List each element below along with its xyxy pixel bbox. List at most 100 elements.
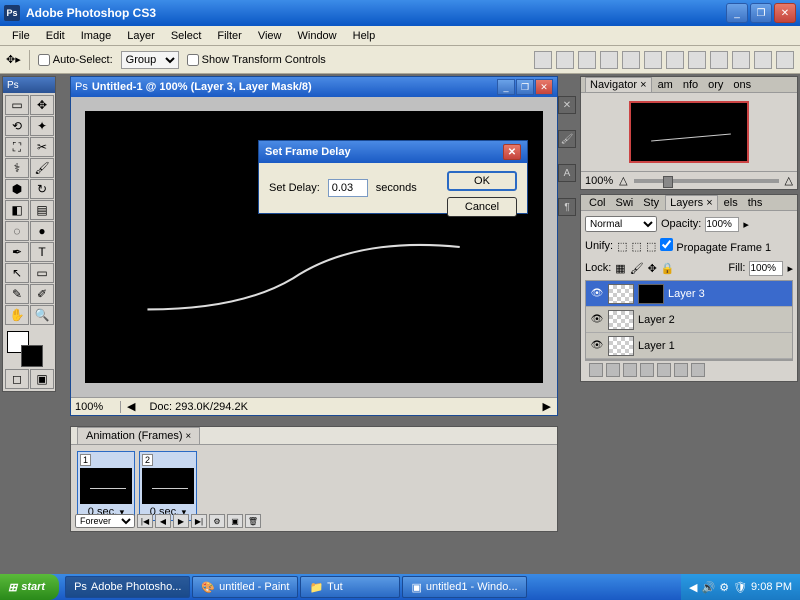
group-icon[interactable] xyxy=(657,363,671,377)
tool-preset-icon[interactable]: ✕ xyxy=(558,96,576,114)
menu-select[interactable]: Select xyxy=(163,28,210,44)
tab-styles[interactable]: Sty xyxy=(639,196,663,210)
tween-button[interactable]: ⚙ xyxy=(209,514,225,528)
eraser-tool[interactable]: ◧ xyxy=(5,200,29,220)
propagate-checkbox[interactable]: Propagate Frame 1 xyxy=(660,238,771,254)
loop-dropdown[interactable]: Forever xyxy=(75,514,135,528)
zoom-slider[interactable] xyxy=(634,179,779,183)
menu-view[interactable]: View xyxy=(250,28,290,44)
notes-tool[interactable]: ✎ xyxy=(5,284,29,304)
fill-input[interactable] xyxy=(749,261,783,276)
path-tool[interactable]: ↖ xyxy=(5,263,29,283)
stamp-tool[interactable]: ⬢ xyxy=(5,179,29,199)
delete-frame-button[interactable]: 🗑 xyxy=(245,514,261,528)
tab-actions[interactable]: ons xyxy=(729,78,755,92)
dialog-close-button[interactable]: ✕ xyxy=(503,144,521,160)
layer-row[interactable]: 👁 Layer 1 xyxy=(586,333,792,359)
wand-tool[interactable]: ✦ xyxy=(30,116,54,136)
prev-frame-button[interactable]: ◀ xyxy=(155,514,171,528)
align-icon[interactable] xyxy=(710,51,728,69)
show-transform-input[interactable] xyxy=(187,54,199,66)
unify-position-icon[interactable]: ⬚ xyxy=(617,240,627,253)
tab-paths[interactable]: ths xyxy=(744,196,767,210)
crop-tool[interactable]: ⛶ xyxy=(5,137,29,157)
tab-color[interactable]: Col xyxy=(585,196,610,210)
tab-layers[interactable]: Layers × xyxy=(665,195,718,210)
hand-tool[interactable]: ✋ xyxy=(5,305,29,325)
visibility-icon[interactable]: 👁 xyxy=(590,339,604,353)
scroll-left-icon[interactable]: ◀ xyxy=(121,400,141,413)
maximize-button[interactable]: ❐ xyxy=(750,3,772,23)
tab-navigator[interactable]: Navigator × xyxy=(585,77,652,92)
taskbar-item-window[interactable]: ▣untitled1 - Windo... xyxy=(402,576,526,598)
brush-tool[interactable]: 🖌 xyxy=(30,158,54,178)
align-icon[interactable] xyxy=(754,51,772,69)
menu-help[interactable]: Help xyxy=(345,28,384,44)
auto-select-dropdown[interactable]: Group xyxy=(121,51,179,69)
visibility-icon[interactable]: 👁 xyxy=(590,313,604,327)
lasso-tool[interactable]: ⟲ xyxy=(5,116,29,136)
lock-all-icon[interactable]: 🔒 xyxy=(661,262,675,275)
tray-icon[interactable]: ⚙ xyxy=(719,581,729,594)
tab-info[interactable]: nfo xyxy=(679,78,702,92)
blend-mode-dropdown[interactable]: Normal xyxy=(585,216,657,232)
tray-icon[interactable]: ◀ xyxy=(689,581,697,594)
animation-frame[interactable]: 1 0 sec. ▾ xyxy=(77,451,135,521)
zoom-level[interactable]: 100% xyxy=(71,401,121,413)
ok-button[interactable]: OK xyxy=(447,171,517,191)
adjustment-icon[interactable] xyxy=(640,363,654,377)
tab-channels[interactable]: els xyxy=(720,196,742,210)
type-tool[interactable]: T xyxy=(30,242,54,262)
document-header[interactable]: Ps Untitled-1 @ 100% (Layer 3, Layer Mas… xyxy=(71,77,557,97)
lock-position-icon[interactable]: ✥ xyxy=(648,262,657,275)
tab-histogram[interactable]: am xyxy=(654,78,677,92)
quickmask-tool[interactable]: ◻ xyxy=(5,369,29,389)
minimize-button[interactable]: _ xyxy=(726,3,748,23)
zoom-in-icon[interactable]: △ xyxy=(785,174,793,187)
dialog-header[interactable]: Set Frame Delay ✕ xyxy=(259,141,527,163)
show-transform-checkbox[interactable]: Show Transform Controls xyxy=(187,54,326,66)
shape-tool[interactable]: ▭ xyxy=(30,263,54,283)
navigator-thumbnail[interactable] xyxy=(629,101,749,163)
fx-icon[interactable] xyxy=(606,363,620,377)
taskbar-item-folder[interactable]: 📁Tut xyxy=(300,576,400,598)
unify-visibility-icon[interactable]: ⬚ xyxy=(632,240,642,253)
start-button[interactable]: ⊞ start xyxy=(0,574,59,600)
new-layer-icon[interactable] xyxy=(674,363,688,377)
animation-tab[interactable]: Animation (Frames) × xyxy=(77,427,200,444)
healing-tool[interactable]: ⚕ xyxy=(5,158,29,178)
auto-select-checkbox[interactable]: Auto-Select: xyxy=(38,54,113,66)
pen-tool[interactable]: ✒ xyxy=(5,242,29,262)
link-icon[interactable] xyxy=(589,363,603,377)
background-color[interactable] xyxy=(21,345,43,367)
tab-history[interactable]: ory xyxy=(704,78,727,92)
taskbar-item-photoshop[interactable]: PsAdobe Photosho... xyxy=(65,576,190,598)
close-button[interactable]: ✕ xyxy=(774,3,796,23)
gradient-tool[interactable]: ▤ xyxy=(30,200,54,220)
zoom-tool[interactable]: 🔍 xyxy=(30,305,54,325)
cancel-button[interactable]: Cancel xyxy=(447,197,517,217)
system-tray[interactable]: ◀ 🔊 ⚙ 🛡 9:08 PM xyxy=(681,574,800,600)
menu-image[interactable]: Image xyxy=(73,28,120,44)
play-button[interactable]: ▶ xyxy=(173,514,189,528)
unify-style-icon[interactable]: ⬚ xyxy=(646,240,656,253)
align-icon[interactable] xyxy=(600,51,618,69)
brushes-icon[interactable]: 🖌 xyxy=(558,130,576,148)
lock-image-icon[interactable]: 🖌 xyxy=(630,262,644,275)
layer-thumbnail[interactable] xyxy=(608,284,634,304)
blur-tool[interactable]: ◌ xyxy=(5,221,29,241)
tab-swatches[interactable]: Swi xyxy=(612,196,638,210)
scroll-right-icon[interactable]: ▶ xyxy=(537,400,557,413)
tray-icon[interactable]: 🔊 xyxy=(701,581,715,594)
tools-header[interactable]: Ps xyxy=(3,77,55,93)
zoom-out-icon[interactable]: △ xyxy=(619,174,627,187)
menu-layer[interactable]: Layer xyxy=(119,28,163,44)
doc-maximize-button[interactable]: ❐ xyxy=(516,79,534,95)
align-icon[interactable] xyxy=(534,51,552,69)
opacity-input[interactable] xyxy=(705,217,739,232)
align-icon[interactable] xyxy=(732,51,750,69)
layer-name[interactable]: Layer 2 xyxy=(638,314,675,326)
menu-edit[interactable]: Edit xyxy=(38,28,73,44)
screenmode-tool[interactable]: ▣ xyxy=(30,369,54,389)
tray-icon[interactable]: 🛡 xyxy=(733,581,747,594)
